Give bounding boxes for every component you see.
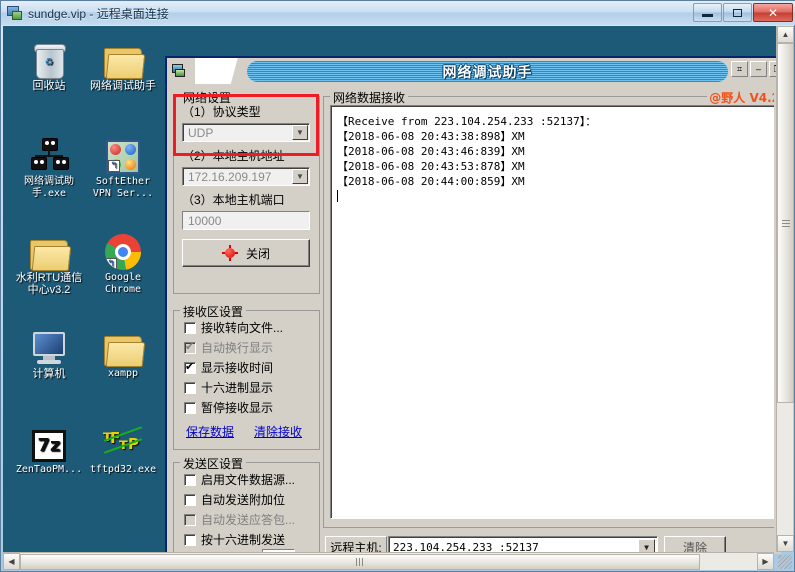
network-settings-group: 网络设置 （1）协议类型 UDP ▼ （2）本地主机地址 172.16.209.… [173, 89, 320, 294]
receive-log-line: 【2018-06-08 20:44:00:859】XM [337, 175, 525, 188]
resize-grip[interactable] [778, 555, 792, 569]
checkbox-icon [184, 340, 196, 354]
local-host-address-select[interactable]: 172.16.209.197 ▼ [182, 167, 310, 186]
receive-log-line: 【2018-06-08 20:43:46:839】XM [337, 145, 525, 158]
checkbox-icon[interactable] [184, 493, 196, 506]
folder-icon [85, 34, 161, 79]
checkbox-hex-send[interactable]: 按十六进制发送 [184, 531, 285, 548]
folder-icon [85, 322, 161, 367]
checkbox-auto-reply-packet: 自动发送应答包... [184, 511, 295, 528]
checkbox-pause-receive[interactable]: 暂停接收显示 [184, 399, 273, 416]
checkbox-icon[interactable] [184, 533, 196, 546]
chevron-down-icon[interactable]: ▼ [292, 125, 308, 140]
tftpd32-icon: ᴛ F ᴛ P [85, 418, 161, 462]
app-window-controls: ⌗ – ❐ [731, 61, 781, 77]
computer-icon [11, 322, 87, 366]
checkbox-auto-wrap: 自动换行显示 [184, 339, 273, 356]
receive-settings-title: 接收区设置 [180, 303, 247, 320]
network-data-receive-title: 网络数据接收 [330, 89, 409, 106]
version-label: @野人 V4.2 [707, 89, 781, 106]
folder-icon [11, 226, 87, 271]
shortcut-arrow-icon: ↰ [108, 160, 120, 172]
pin-icon[interactable]: ⌗ [731, 61, 748, 77]
desktop-icon-google-chrome[interactable]: ↰ Google Chrome [85, 226, 161, 296]
protocol-type-select[interactable]: UDP ▼ [182, 123, 310, 142]
checkbox-icon[interactable] [184, 473, 196, 486]
checkbox-hex-display[interactable]: 十六进制显示 [184, 379, 273, 396]
local-host-port-label: （3）本地主机端口 [182, 193, 285, 207]
chrome-icon: ↰ [85, 226, 161, 270]
network-data-receive-group: 网络数据接收 @野人 V4.2 【Receive from 223.104.25… [323, 89, 781, 528]
app-titlebar[interactable]: ▼ 网络调试助手 ⌗ – ❐ [167, 58, 781, 84]
receive-settings-group: 接收区设置 接收转向文件... 自动换行显示 显示接收时间 十六进制显示 [173, 303, 320, 450]
checkbox-icon[interactable] [184, 360, 196, 374]
rdp-titlebar[interactable]: sundge.vip - 远程桌面连接 ✕ [1, 1, 795, 25]
rdp-close-button[interactable]: ✕ [753, 3, 793, 22]
checkbox-icon [184, 513, 196, 526]
recycle-bin-icon: ♻ [11, 34, 87, 79]
text-cursor [337, 189, 781, 204]
checkbox-redirect-to-file[interactable]: 接收转向文件... [184, 319, 283, 336]
network-assistant-window: ▼ 网络调试助手 ⌗ – ❐ 网络设置 （1）协议类型 UDP ▼ [165, 56, 781, 554]
local-host-address-label: （2）本地主机地址 [182, 149, 285, 163]
remote-desktop-window: sundge.vip - 远程桌面连接 ✕ ♻ 回收站 网络调试助手 网络调试助… [0, 0, 795, 572]
scroll-up-icon[interactable]: ▲ [777, 26, 794, 43]
remote-desktop-icon [7, 5, 23, 21]
rdp-vertical-scrollbar[interactable]: ▲ ▼ [776, 26, 794, 552]
desktop-icon-netassist-folder[interactable]: 网络调试助手 [85, 34, 161, 92]
rdp-restore-button[interactable] [723, 3, 752, 22]
shortcut-arrow-icon: ↰ [105, 258, 117, 270]
close-connection-label: 关闭 [245, 246, 270, 261]
receive-log-line: 【2018-06-08 20:43:53:878】XM [337, 160, 525, 173]
rdp-window-controls: ✕ [693, 3, 793, 22]
receive-log-area[interactable]: 【Receive from 223.104.254.233 :52137】： 【… [330, 105, 781, 519]
receive-log-line: 【2018-06-08 20:43:38:898】XM [337, 130, 525, 143]
app-title-banner: 网络调试助手 [247, 61, 728, 82]
save-data-link[interactable]: 保存数据 [186, 423, 234, 440]
horizontal-scroll-thumb[interactable] [20, 554, 700, 570]
rdp-minimize-button[interactable] [693, 3, 722, 22]
rdp-horizontal-scrollbar[interactable]: ◀ ▶ [3, 552, 774, 570]
chevron-down-icon[interactable]: ▼ [292, 169, 308, 184]
checkbox-show-receive-time[interactable]: 显示接收时间 [184, 359, 273, 376]
checkbox-icon[interactable] [184, 401, 196, 414]
protocol-type-value: UDP [188, 125, 214, 140]
send-settings-title: 发送区设置 [180, 455, 247, 472]
desktop-icon-recycle-bin[interactable]: ♻ 回收站 [11, 34, 87, 92]
protocol-type-label: （1）协议类型 [182, 105, 261, 119]
vertical-scroll-thumb[interactable] [777, 43, 794, 403]
desktop-icon-tftpd32[interactable]: ᴛ F ᴛ P tftpd32.exe [85, 418, 161, 476]
desktop-icon-netassist-exe[interactable]: 网络调试助手.exe [11, 130, 87, 200]
scroll-right-icon[interactable]: ▶ [757, 553, 774, 570]
app-minimize-button[interactable]: – [750, 61, 767, 77]
sevenzip-icon: 7z [11, 418, 87, 462]
scroll-left-icon[interactable]: ◀ [3, 553, 20, 570]
clear-receive-link[interactable]: 清除接收 [254, 423, 302, 440]
desktop-icon-zentao[interactable]: 7z ZenTaoPM... [11, 418, 87, 476]
red-light-icon [221, 245, 238, 261]
robot-app-icon [11, 130, 87, 174]
remote-desktop-surface: ♻ 回收站 网络调试助手 网络调试助手.exe ↰ SoftEther VPN … [3, 26, 781, 554]
checkbox-icon[interactable] [184, 321, 196, 334]
local-host-address-value: 172.16.209.197 [188, 169, 272, 184]
scroll-down-icon[interactable]: ▼ [777, 535, 794, 552]
send-settings-group: 发送区设置 启用文件数据源... 自动发送附加位 自动发送应答包... 按十六进… [173, 455, 320, 554]
checkbox-enable-file-source[interactable]: 启用文件数据源... [184, 471, 295, 488]
close-connection-button[interactable]: 关闭 [182, 239, 310, 267]
desktop-icon-softether-vpn[interactable]: ↰ SoftEther VPN Ser... [85, 130, 161, 200]
network-monitor-icon[interactable] [171, 63, 189, 79]
desktop-icon-computer[interactable]: 计算机 [11, 322, 87, 380]
softether-vpn-icon: ↰ [85, 130, 161, 174]
desktop-icon-xampp[interactable]: xampp [85, 322, 161, 380]
rdp-title: sundge.vip - 远程桌面连接 [28, 6, 169, 21]
checkbox-auto-append-bit[interactable]: 自动发送附加位 [184, 491, 285, 508]
local-host-port-value: 10000 [188, 213, 222, 228]
receive-log-line: 【Receive from 223.104.254.233 :52137】： [337, 115, 597, 128]
app-title: 网络调试助手 [442, 63, 533, 80]
local-host-port-input[interactable]: 10000 [182, 211, 310, 230]
checkbox-icon[interactable] [184, 381, 196, 394]
desktop-icon-rtu-folder[interactable]: 水利RTU通信中心v3.2 [11, 226, 87, 296]
desktop-icons: ♻ 回收站 网络调试助手 网络调试助手.exe ↰ SoftEther VPN … [3, 26, 163, 554]
